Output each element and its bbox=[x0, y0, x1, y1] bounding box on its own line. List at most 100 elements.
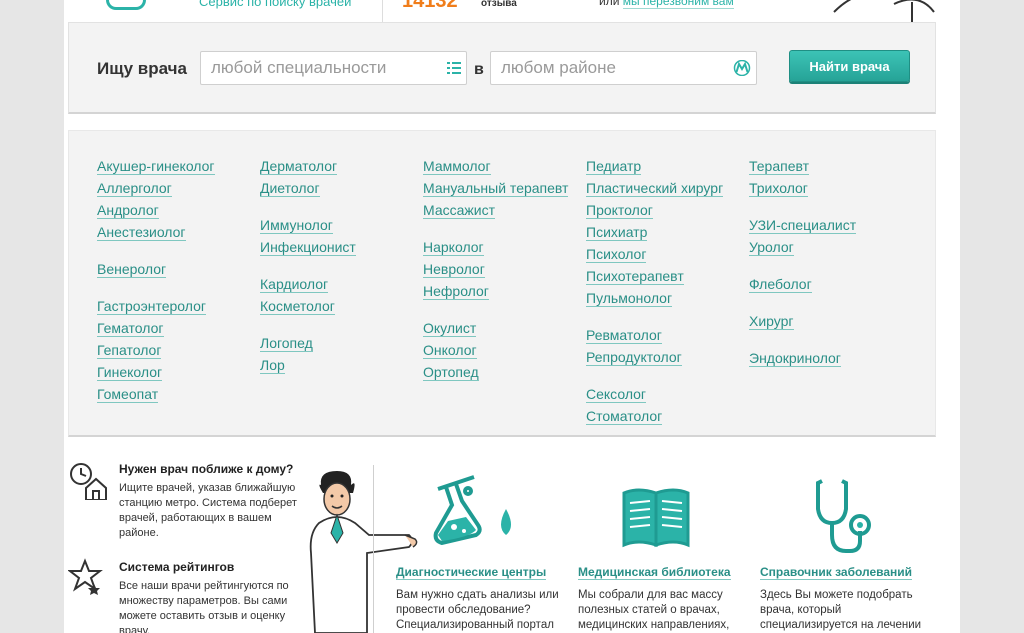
specialty-link[interactable]: Стоматолог bbox=[586, 408, 663, 425]
divider bbox=[382, 0, 383, 22]
group-gap bbox=[749, 202, 909, 217]
specialty-link[interactable]: Мануальный терапевт bbox=[423, 180, 569, 197]
specialty-link[interactable]: Проктолог bbox=[586, 202, 653, 219]
specialty-link[interactable]: Венеролог bbox=[97, 261, 167, 278]
group-gap bbox=[749, 335, 909, 350]
specialty-link[interactable]: Гепатолог bbox=[97, 342, 162, 359]
service-title[interactable]: Диагностические центры bbox=[396, 565, 547, 580]
specialty-link[interactable]: Флеболог bbox=[749, 276, 812, 293]
specialty-link[interactable]: Онколог bbox=[423, 342, 477, 359]
service-title[interactable]: Медицинская библиотека bbox=[578, 565, 731, 580]
star-icon bbox=[68, 558, 103, 595]
specialty-column: Терапевт Трихолог УЗИ-специалист Уролог Флеб… bbox=[749, 158, 909, 372]
group-gap bbox=[97, 246, 257, 261]
feature-ratings: Система рейтингов Все наши врачи рейтинг… bbox=[68, 558, 308, 633]
group-gap bbox=[260, 202, 420, 217]
in-word: в bbox=[474, 61, 484, 78]
search-panel: Ищу врача в Найти врача bbox=[68, 22, 936, 114]
specialty-link[interactable]: Акушер-гинеколог bbox=[97, 158, 215, 175]
specialty-link[interactable]: Ревматолог bbox=[586, 327, 662, 344]
callback-text: или мы перезвоним вам bbox=[599, 0, 734, 9]
specialty-link[interactable]: Педиатр bbox=[586, 158, 642, 175]
specialty-link[interactable]: Логопед bbox=[260, 335, 313, 352]
specialty-link[interactable]: Косметолог bbox=[260, 298, 335, 315]
specialty-link[interactable]: Андролог bbox=[97, 202, 159, 219]
service-text: Вам нужно сдать анализы или провести обс… bbox=[396, 589, 559, 631]
list-icon[interactable] bbox=[447, 61, 461, 75]
specialty-link[interactable]: Невролог bbox=[423, 261, 485, 278]
specialty-link[interactable]: Кардиолог bbox=[260, 276, 329, 293]
clock-house-icon bbox=[70, 463, 107, 500]
divider bbox=[373, 465, 374, 633]
feature-title: Система рейтингов bbox=[119, 560, 235, 574]
feature-title: Нужен врач поближе к дому? bbox=[119, 462, 294, 476]
specialty-link[interactable]: Психотерапевт bbox=[586, 268, 684, 285]
specialty-link[interactable]: Хирург bbox=[749, 313, 794, 330]
specialty-link[interactable]: Трихолог bbox=[749, 180, 808, 197]
area-input[interactable] bbox=[490, 51, 757, 85]
specialty-link[interactable]: Эндокринолог bbox=[749, 350, 841, 367]
features-section: Нужен врач поближе к дому? Ищите врачей,… bbox=[64, 455, 960, 633]
find-doctor-button[interactable]: Найти врача bbox=[789, 50, 910, 82]
specialty-link[interactable]: Гастроэнтеролог bbox=[97, 298, 206, 315]
specialty-link[interactable]: Психолог bbox=[586, 246, 647, 263]
specialty-link[interactable]: Ортопед bbox=[423, 364, 479, 381]
specialty-link[interactable]: Инфекционист bbox=[260, 239, 356, 256]
service-text: Здесь Вы можете подобрать врача, который… bbox=[760, 589, 922, 631]
specialty-link[interactable]: Нарколог bbox=[423, 239, 484, 256]
specialty-link[interactable]: Массажист bbox=[423, 202, 495, 219]
specialty-link[interactable]: Диетолог bbox=[260, 180, 320, 197]
logo-subtitle: Сервис по поиску врачей bbox=[199, 0, 352, 9]
group-gap bbox=[749, 298, 909, 313]
stethoscope-icon[interactable] bbox=[760, 475, 925, 557]
feature-nearby: Нужен врач поближе к дому? Ищите врачей,… bbox=[68, 460, 308, 550]
group-gap bbox=[97, 283, 257, 298]
reviews-count: 14132 bbox=[402, 0, 458, 12]
specialty-link[interactable]: Сексолог bbox=[586, 386, 647, 403]
service-text: Мы собрали для вас массу полезных статей… bbox=[578, 589, 730, 631]
specialty-link[interactable]: Анестезиолог bbox=[97, 224, 186, 241]
specialty-link[interactable]: УЗИ-специалист bbox=[749, 217, 857, 234]
specialty-link[interactable]: Терапевт bbox=[749, 158, 810, 175]
callback-link[interactable]: мы перезвоним вам bbox=[622, 0, 734, 9]
specialty-link[interactable]: Пластический хирург bbox=[586, 180, 724, 197]
specialty-link[interactable]: Гинеколог bbox=[97, 364, 163, 381]
specialty-link[interactable]: Гомеопат bbox=[97, 386, 159, 403]
specialty-link[interactable]: Лор bbox=[260, 357, 285, 374]
specialty-link[interactable]: Иммунолог bbox=[260, 217, 333, 234]
specialties-panel: Акушер-гинеколог Аллерголог Андролог Анесте… bbox=[68, 130, 936, 437]
header: Сервис по поиску врачей 14132 отзыва или… bbox=[64, 0, 960, 22]
specialty-link[interactable]: Дерматолог bbox=[260, 158, 338, 175]
feature-text: Ищите врачей, указав ближайшую станцию м… bbox=[119, 482, 297, 539]
metro-icon[interactable] bbox=[733, 60, 751, 76]
feature-text: Все наши врачи рейтингуются по множеству… bbox=[119, 580, 289, 633]
group-gap bbox=[423, 305, 583, 320]
specialty-link[interactable]: Психиатр bbox=[586, 224, 648, 241]
specialty-link[interactable]: Аллерголог bbox=[97, 180, 172, 197]
specialty-link[interactable]: Уролог bbox=[749, 239, 794, 256]
doctor-illustration-icon bbox=[833, 0, 935, 22]
logo-icon[interactable] bbox=[106, 0, 146, 10]
specialty-column: Акушер-гинеколог Аллерголог Андролог Анесте… bbox=[97, 158, 257, 408]
specialty-link[interactable]: Нефролог bbox=[423, 283, 489, 300]
specialty-input[interactable] bbox=[200, 51, 467, 85]
specialty-link[interactable]: Пульмонолог bbox=[586, 290, 673, 307]
service-title[interactable]: Справочник заболеваний bbox=[760, 565, 913, 580]
specialty-link[interactable]: Репродуктолог bbox=[586, 349, 682, 366]
group-gap bbox=[749, 261, 909, 276]
search-label: Ищу врача bbox=[97, 59, 187, 78]
flask-icon[interactable] bbox=[396, 475, 561, 557]
group-gap bbox=[423, 224, 583, 239]
specialty-column: Педиатр Пластический хирург Проктолог Психи… bbox=[586, 158, 746, 430]
specialty-link[interactable]: Маммолог bbox=[423, 158, 491, 175]
specialty-link[interactable]: Гематолог bbox=[97, 320, 164, 337]
group-gap bbox=[260, 261, 420, 276]
group-gap bbox=[586, 371, 746, 386]
group-gap bbox=[586, 312, 746, 327]
specialty-link[interactable]: Окулист bbox=[423, 320, 477, 337]
callback-prefix: или bbox=[599, 0, 620, 8]
specialty-column: Дерматолог Диетолог Иммунолог Инфекционист К… bbox=[260, 158, 420, 379]
page: Сервис по поиску врачей 14132 отзыва или… bbox=[64, 0, 960, 633]
book-icon[interactable] bbox=[578, 475, 743, 557]
specialty-column: Маммолог Мануальный терапевт Массажист Нарк… bbox=[423, 158, 583, 386]
